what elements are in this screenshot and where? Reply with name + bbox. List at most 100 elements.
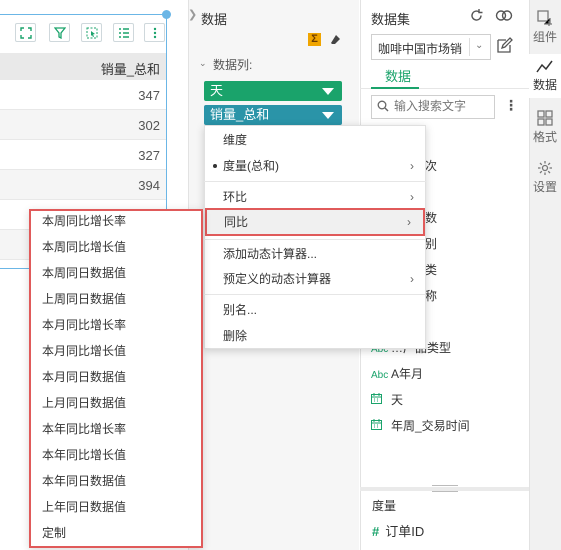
edit-icon[interactable] [496,37,514,55]
splitter[interactable] [360,485,529,492]
menu-item-label: 维度 [223,133,248,147]
menu-item-dimension[interactable]: 维度 [204,127,426,153]
submenu-item[interactable]: 本年同日数据值 [42,468,126,494]
tab-data[interactable]: 数据 [385,66,411,85]
tab-data[interactable]: 数据 [529,54,561,98]
field-label-partial[interactable]: 次 [425,157,437,174]
columns-label: 数据列: [213,58,253,72]
menu-item-delete[interactable]: 删除 [204,323,426,349]
calendar-icon [371,393,385,407]
chevron-down-icon[interactable]: ⌄ [475,40,483,51]
submenu-item[interactable]: 本月同日数据值 [42,364,126,390]
submenu-item[interactable]: 上周同日数据值 [42,286,126,312]
line-chart-icon [536,60,553,73]
tab-settings[interactable]: 设置 [529,156,561,200]
resize-handle[interactable] [162,10,171,19]
chevron-right-icon: › [407,215,411,229]
chevron-right-icon: › [410,190,414,204]
field-pill-day[interactable]: 天 [204,81,342,101]
eraser-icon[interactable] [330,34,341,48]
field-label: 天 [391,393,404,407]
field-label-partial[interactable]: 别 [425,235,437,252]
field-label-partial[interactable]: 类 [425,261,437,278]
submenu-item[interactable]: 本月同比增长值 [42,338,126,364]
dataset-select[interactable]: 咖啡中国市场销 ⌄ [371,34,491,60]
menu-item-period-over-period[interactable]: 环比 › [204,184,426,210]
link-dataset-icon[interactable] [495,8,513,24]
field-item[interactable]: Abc A年月 [371,365,423,383]
menu-item-year-over-year[interactable]: 同比 › [205,208,425,236]
more-vertical-icon[interactable]: ⋮ [504,97,518,114]
divider [469,38,470,56]
chevron-right-icon: › [410,159,414,173]
table-cell: 394 [138,178,160,193]
submenu-item[interactable]: 本年同比增长率 [42,416,126,442]
column-header-sales: 销量_总和 [100,62,160,77]
measure-section-label: 度量 [372,499,397,513]
menu-item-label: 别名... [223,303,258,317]
menu-item-label: 度量(总和) [223,159,279,173]
sigma-icon[interactable]: Σ [308,33,321,46]
tab-format[interactable]: 格式 [529,106,561,150]
table-row[interactable]: 394 [0,170,166,200]
field-item[interactable]: 天 [371,391,403,409]
chevron-down-icon[interactable]: ⌄ [199,58,207,69]
menu-item-label: 添加动态计算器... [223,247,318,261]
tab-label: 格式 [532,130,557,144]
menu-divider [204,294,426,295]
search-box[interactable] [371,95,495,119]
submenu-item[interactable]: 本年同比增长值 [42,442,126,468]
submenu-item[interactable]: 上月同日数据值 [42,390,126,416]
search-input[interactable] [394,99,490,113]
field-item[interactable]: 年周_交易时间 [371,417,470,435]
gear-icon [538,161,552,175]
table-cell: 302 [138,118,160,133]
component-icon [537,10,552,26]
menu-item-label: 环比 [223,190,248,204]
menu-item-label: 删除 [223,329,248,343]
menu-item-label: 预定义的动态计算器 [223,272,332,286]
menu-item-predefined-dynamic-calc[interactable]: 预定义的动态计算器 › [204,266,426,292]
table-row[interactable]: 347 [0,80,166,110]
submenu-item[interactable]: 本周同比增长率 [42,208,126,234]
menu-divider [204,181,426,182]
measure-field-order-id[interactable]: # 订单ID [372,521,424,540]
more-vertical-icon[interactable] [144,23,165,42]
field-pill-label: 销量_总和 [210,107,270,122]
refresh-icon[interactable] [468,8,484,24]
menu-item-alias[interactable]: 别名... [204,297,426,323]
submenu-item[interactable]: 本周同比增长值 [42,234,126,260]
tab-label: 设置 [532,180,557,194]
search-icon [377,100,389,112]
filter-icon[interactable] [49,23,70,42]
submenu-item[interactable]: 本周同日数据值 [42,260,126,286]
field-label: A年月 [391,367,424,381]
splitter-grip-icon[interactable] [432,485,458,492]
caret-down-icon[interactable] [322,112,334,119]
number-field-icon: # [372,524,380,539]
selected-dot-icon [213,164,217,168]
table-row[interactable]: 327 [0,140,166,170]
table-header[interactable]: 销量_总和 [0,53,166,80]
submenu-item[interactable]: 上年同日数据值 [42,494,126,520]
submenu-item-custom[interactable]: 定制 [42,520,66,546]
field-label-partial[interactable]: 称 [425,287,437,304]
field-pill-sales-sum[interactable]: 销量_总和 [204,105,342,125]
tab-components[interactable]: 组件 [529,6,561,50]
collapse-panel-icon[interactable]: ❯ [188,8,197,24]
menu-item-add-dynamic-calc[interactable]: 添加动态计算器... [204,241,426,267]
field-pill-label: 天 [210,83,224,98]
field-label-partial[interactable]: 数 [425,209,437,226]
table-cell: 327 [138,148,160,163]
fullscreen-icon[interactable] [15,23,36,42]
dataset-title: 数据集 [371,12,411,27]
selection-border [0,14,168,15]
text-field-icon: Abc [371,370,389,381]
submenu-item[interactable]: 本月同比增长率 [42,312,126,338]
menu-item-measure-sum[interactable]: 度量(总和) › [204,153,426,179]
caret-down-icon[interactable] [322,88,334,95]
table-row[interactable]: 302 [0,110,166,140]
list-icon[interactable] [113,23,134,42]
field-label: 订单ID [385,524,425,539]
select-pointer-icon[interactable] [81,23,102,42]
